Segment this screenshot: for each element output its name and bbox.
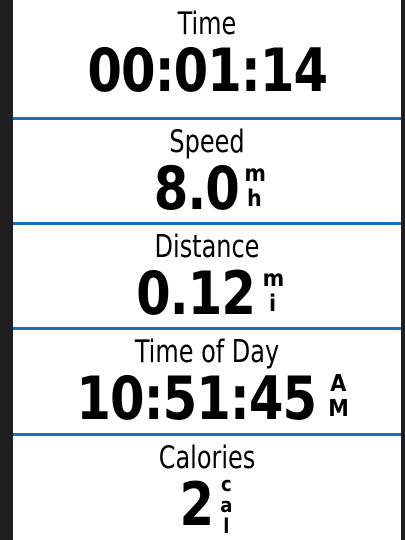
unit-line: i — [269, 291, 277, 317]
field-unit: mi — [262, 266, 285, 317]
device-frame-left — [0, 0, 13, 540]
unit-line: h — [246, 186, 262, 212]
unit-line: a — [220, 493, 233, 517]
data-field-speed[interactable]: Speed 8.0 m h — [13, 120, 401, 224]
data-screen: Time 00:01:14 Speed 8.0 m h Distance 0.12 m… — [0, 0, 405, 540]
data-field-time-of-day[interactable]: Time of Day 10:51:45 A M — [13, 330, 401, 434]
field-unit: mh — [244, 161, 266, 212]
data-field-calories[interactable]: Calories 2cal — [13, 436, 401, 540]
field-unit: AM — [328, 371, 349, 422]
unit-line: l — [223, 514, 230, 538]
device-frame-right — [401, 0, 405, 540]
field-value: 10:51:45 — [76, 364, 317, 434]
unit-line: m — [244, 161, 266, 187]
data-field-time[interactable]: Time 00:01:14 — [13, 0, 401, 104]
field-value: 0.12 — [136, 259, 257, 329]
data-field-distance[interactable]: Distance 0.12 m i — [13, 225, 401, 329]
unit-line: m — [262, 266, 285, 292]
field-value: 00:01:14 — [87, 36, 328, 106]
field-value-row: 00:01:14 — [13, 38, 401, 104]
unit-line: A — [330, 371, 347, 397]
field-value: 2 — [179, 470, 214, 540]
field-value: 8.0 — [153, 154, 239, 224]
unit-line: M — [328, 396, 349, 422]
field-value-row: 10:51:45 A M — [13, 366, 401, 432]
field-value-row: 2cal — [13, 472, 401, 538]
field-unit: cal — [216, 474, 236, 537]
field-value-row: 0.12 m i — [13, 261, 401, 327]
unit-line: c — [220, 472, 232, 496]
field-value-row: 8.0 m h — [13, 156, 401, 222]
